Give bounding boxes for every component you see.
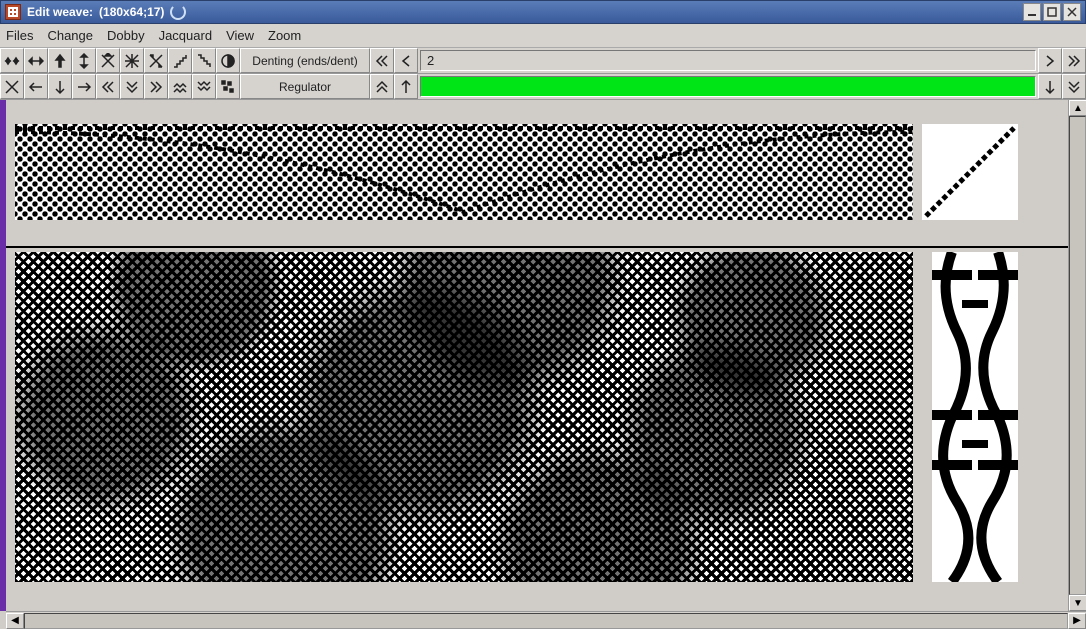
maximize-button[interactable] [1043,3,1061,21]
menubar: Files Change Dobby Jacquard View Zoom [0,24,1086,48]
regulator-label: Regulator [240,74,370,99]
stairs-down-button[interactable] [192,48,216,73]
cross-button[interactable] [0,74,24,99]
contrast-icon [220,53,236,69]
tieup-panel[interactable] [922,124,1018,220]
flip-horizontal-button[interactable] [0,48,24,73]
arrow-left-button[interactable] [24,74,48,99]
scroll-up-button[interactable]: ▲ [1069,100,1086,116]
arrow-up-button[interactable] [48,48,72,73]
arrow-up-icon [398,79,414,95]
contrast-button[interactable] [216,48,240,73]
scroll-right-button[interactable]: ▶ [1068,613,1086,629]
arrow-down-button[interactable] [48,74,72,99]
denting-first-button[interactable] [370,48,394,73]
stretch-v-icon [76,53,92,69]
vertical-scrollbar[interactable]: ▲ ▼ [1068,100,1086,611]
horizontal-scrollbar[interactable]: ◀ ▶ [6,611,1086,629]
threading-panel[interactable] [15,124,913,220]
stretch-horizontal-button[interactable] [24,48,48,73]
double-cross-icon [124,53,140,69]
denting-label: Denting (ends/dent) [240,48,370,73]
maximize-icon [1047,7,1057,17]
spiral-icon [170,4,186,20]
regulator-last-button[interactable] [1062,74,1086,99]
menu-jacquard[interactable]: Jacquard [159,28,212,43]
canvas-area: ▲ ▼ ◀ ▶ [0,100,1086,629]
pattern-b-icon [196,79,212,95]
toolbar-row-1: Denting (ends/dent) 2 [0,48,1086,74]
left-margin [0,100,6,611]
double-right-icon [148,79,164,95]
separator-line [6,246,1086,248]
titlebar: Edit weave: (180x64;17) [0,0,1086,24]
menu-change[interactable]: Change [47,28,93,43]
double-cross-button[interactable] [120,48,144,73]
regulator-next-button[interactable] [1038,74,1062,99]
menu-view[interactable]: View [226,28,254,43]
arrow-right-button[interactable] [72,74,96,99]
arrow-left-icon [398,53,414,69]
regulator-first-button[interactable] [370,74,394,99]
pattern-a-button[interactable] [168,74,192,99]
cross-up-icon [100,53,116,69]
minimize-button[interactable] [1023,3,1041,21]
stretch-vertical-button[interactable] [72,48,96,73]
treadling-panel[interactable] [932,252,1018,582]
menu-files[interactable]: Files [6,28,33,43]
arrow-right-icon [76,79,92,95]
double-right-button[interactable] [144,74,168,99]
close-icon [1067,7,1077,17]
toolbar-row-2: Regulator [0,74,1086,100]
window-title-extra: (180x64;17) [99,5,164,19]
double-left-button[interactable] [96,74,120,99]
cross-up-button[interactable] [96,48,120,73]
stairs-up-button[interactable] [168,48,192,73]
window-title: Edit weave: [27,5,93,19]
stretch-h-icon [28,53,44,69]
stairs-down-icon [196,53,212,69]
close-button[interactable] [1063,3,1081,21]
regulator-prev-button[interactable] [394,74,418,99]
double-left-icon [374,53,390,69]
flip-h-icon [4,53,20,69]
hscroll-track[interactable] [24,613,1068,629]
cross-swap-button[interactable] [144,48,168,73]
denting-next-button[interactable] [1038,48,1062,73]
menu-dobby[interactable]: Dobby [107,28,145,43]
drawdown-panel[interactable] [15,252,913,582]
cross-swap-icon [148,53,164,69]
noise-icon [220,79,236,95]
double-up-icon [374,79,390,95]
denting-prev-button[interactable] [394,48,418,73]
arrow-down-icon [1042,79,1058,95]
pattern-b-button[interactable] [192,74,216,99]
cross-icon [4,79,20,95]
menu-zoom[interactable]: Zoom [268,28,301,43]
pattern-a-icon [172,79,188,95]
denting-input[interactable]: 2 [420,50,1036,71]
minimize-icon [1027,7,1037,17]
app-icon [5,4,21,20]
denting-value: 2 [427,53,434,68]
double-down-icon [124,79,140,95]
double-right-icon [1066,53,1082,69]
double-down-icon [1066,79,1082,95]
stairs-up-icon [172,53,188,69]
scroll-down-button[interactable]: ▼ [1069,595,1086,611]
arrow-right-icon [1042,53,1058,69]
arrow-down-icon [52,79,68,95]
vscroll-track[interactable] [1069,116,1086,595]
regulator-input[interactable] [420,76,1036,97]
double-down-button[interactable] [120,74,144,99]
arrow-up-icon [52,53,68,69]
pattern-noise-button[interactable] [216,74,240,99]
denting-last-button[interactable] [1062,48,1086,73]
scroll-left-button[interactable]: ◀ [6,613,24,629]
arrow-left-icon [28,79,44,95]
double-left-icon [100,79,116,95]
